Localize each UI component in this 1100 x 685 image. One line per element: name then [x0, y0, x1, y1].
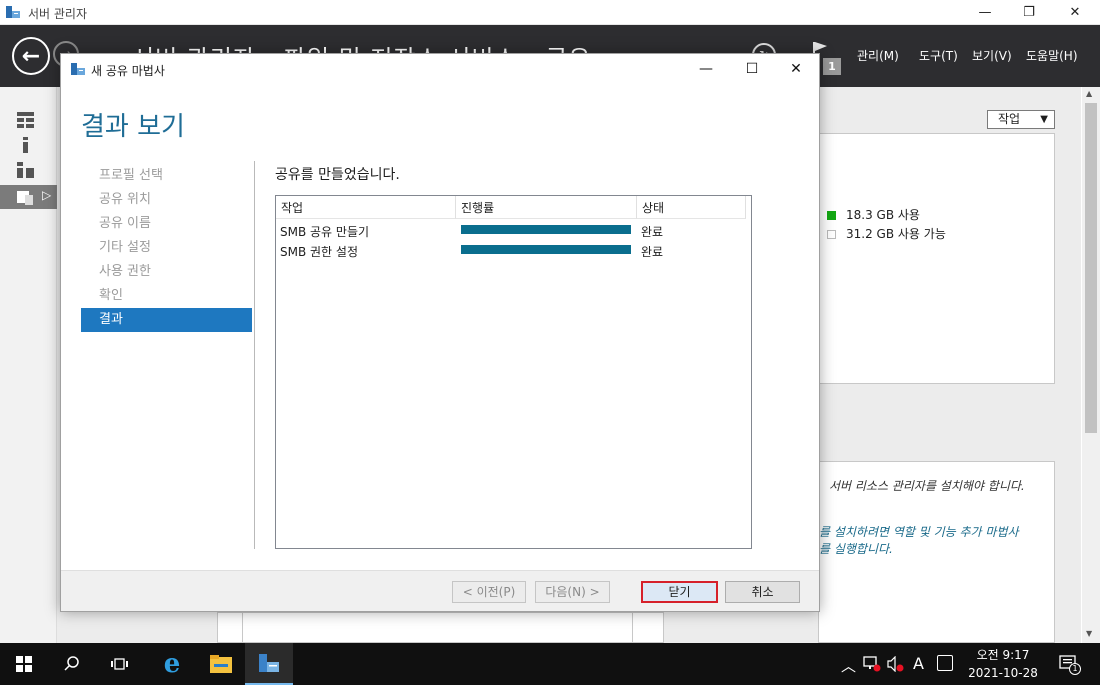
folder-icon	[210, 655, 232, 673]
wizard-minimize-button[interactable]: —	[683, 54, 729, 84]
server-manager-icon	[6, 6, 20, 18]
sidebar-item-file-storage[interactable]: ▷	[0, 185, 57, 209]
tray-chevron-up-icon[interactable]: ︿	[841, 655, 856, 676]
scroll-thumb[interactable]	[1085, 103, 1097, 433]
ie-button[interactable]: e	[148, 643, 196, 685]
action-center-button[interactable]: 1	[1059, 655, 1081, 677]
new-share-wizard: 새 공유 마법사 — ☐ ✕ 결과 보기 프로필 선택 공유 위치 공유 이름 …	[60, 53, 820, 612]
minimize-button[interactable]: —	[962, 0, 1008, 25]
used-swatch	[827, 211, 836, 220]
info-link-2[interactable]: 를 설치하려면 역할 및 기능 추가 마법사	[819, 523, 1019, 540]
menu-manage[interactable]: 관리(M)	[857, 47, 899, 64]
progress-bar	[461, 225, 631, 234]
step-profile: 프로필 선택	[99, 168, 163, 183]
local-server-icon[interactable]	[17, 137, 34, 153]
free-swatch	[827, 230, 836, 239]
quota-panel: 서버 리소스 관리자를 설치해야 합니다. 를 설치하려면 역할 및 기능 추가…	[818, 461, 1055, 643]
notification-badge: 1	[823, 58, 841, 75]
chevron-down-icon: ▼	[1040, 114, 1048, 125]
scroll-down-icon[interactable]: ▼	[1086, 629, 1092, 638]
wizard-heading: 결과 보기	[81, 112, 185, 142]
file-explorer-button[interactable]	[197, 643, 245, 685]
progress-fill	[461, 245, 631, 254]
close-dialog-button[interactable]: 닫기	[641, 581, 718, 603]
progress-fill	[461, 225, 631, 234]
server-manager-taskbar-button[interactable]	[245, 643, 293, 685]
wizard-divider	[254, 161, 255, 549]
task-view-icon	[111, 658, 128, 670]
row-status: 완료	[641, 225, 664, 239]
taskbar-clock[interactable]: 오전 9:17 2021-10-28	[955, 646, 1051, 682]
step-confirm: 확인	[99, 288, 123, 303]
next-button[interactable]: 다음(N) >	[535, 581, 610, 603]
outer-titlebar: 서버 관리자 — ❐ ✕	[0, 0, 1100, 25]
wizard-maximize-button[interactable]: ☐	[729, 54, 775, 84]
input-language-indicator[interactable]: A	[913, 654, 924, 673]
step-other-settings: 기타 설정	[99, 240, 151, 255]
main-scrollbar[interactable]: ▲ ▼	[1082, 87, 1100, 643]
clock-time: 오전 9:17	[976, 648, 1030, 662]
result-message: 공유를 만들었습니다.	[275, 167, 400, 183]
cancel-button[interactable]: 취소	[725, 581, 800, 603]
bg-panel-bottom-inner	[242, 612, 633, 643]
row-status: 완료	[641, 245, 664, 259]
disk-usage-panel: 18.3 GB 사용 31.2 GB 사용 가능	[818, 133, 1055, 384]
server-manager-icon	[259, 654, 279, 672]
back-arrow-icon[interactable]: ←	[12, 37, 50, 75]
step-name: 공유 이름	[99, 216, 151, 231]
taskbar: e ︿ A 오전 9:17 2021-10-28 1	[0, 643, 1100, 685]
dashboard-icon[interactable]	[17, 112, 34, 128]
prev-button[interactable]: < 이전(P)	[452, 581, 526, 603]
task-view-button[interactable]	[96, 643, 144, 685]
wizard-close-button[interactable]: ✕	[773, 54, 819, 84]
row-task: SMB 권한 설정	[280, 245, 358, 259]
file-storage-icon	[17, 191, 33, 205]
task-dropdown-button[interactable]: 작업 ▼	[987, 110, 1055, 129]
column-header-progress[interactable]: 진행률	[456, 196, 637, 219]
column-header-task[interactable]: 작업	[276, 196, 456, 219]
wizard-title: 새 공유 마법사	[91, 64, 165, 78]
all-servers-icon[interactable]	[17, 162, 34, 178]
wizard-footer: < 이전(P) 다음(N) > 닫기 취소	[61, 570, 819, 611]
network-icon[interactable]	[863, 656, 881, 672]
info-link-3[interactable]: 를 실행합니다.	[819, 540, 893, 557]
ime-mode-icon[interactable]	[937, 655, 953, 671]
close-button[interactable]: ✕	[1052, 0, 1098, 25]
menu-help[interactable]: 도움말(H)	[1026, 47, 1078, 64]
results-table: 작업 진행률 상태 SMB 공유 만들기 완료 SMB 권한 설정 완료	[275, 195, 752, 549]
windows-logo-icon	[16, 656, 32, 672]
legend-free: 31.2 GB 사용 가능	[827, 225, 946, 242]
internet-explorer-icon: e	[163, 649, 181, 679]
sm-sidebar: ▷	[0, 87, 57, 643]
wizard-icon	[71, 63, 85, 75]
outer-window-title: 서버 관리자	[28, 7, 88, 21]
search-icon	[64, 656, 79, 671]
volume-muted-icon[interactable]	[887, 656, 905, 672]
step-permissions: 사용 권한	[99, 264, 151, 279]
legend-used: 18.3 GB 사용	[827, 206, 920, 223]
wizard-titlebar: 새 공유 마법사 — ☐ ✕	[61, 54, 819, 84]
step-location: 공유 위치	[99, 192, 151, 207]
search-button[interactable]	[48, 643, 96, 685]
action-center-badge: 1	[1069, 663, 1081, 675]
restore-button[interactable]: ❐	[1006, 0, 1052, 25]
step-results: 결과	[81, 308, 252, 332]
menu-tools[interactable]: 도구(T)	[919, 47, 958, 64]
row-task: SMB 공유 만들기	[280, 225, 370, 239]
menu-view[interactable]: 보기(V)	[972, 47, 1012, 64]
clock-date: 2021-10-28	[968, 666, 1038, 680]
scroll-up-icon[interactable]: ▲	[1086, 89, 1092, 98]
progress-bar	[461, 245, 631, 254]
info-text-1: 서버 리소스 관리자를 설치해야 합니다.	[829, 479, 1025, 493]
column-header-status[interactable]: 상태	[637, 196, 746, 219]
start-button[interactable]	[0, 643, 48, 685]
expand-arrow-icon[interactable]: ▷	[42, 188, 51, 202]
